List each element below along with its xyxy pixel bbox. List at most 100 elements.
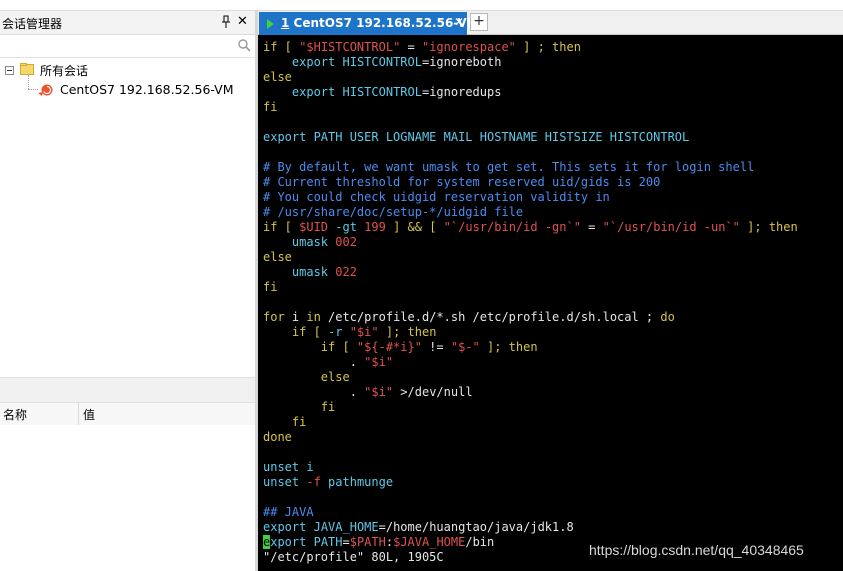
terminal-token: " [349,325,357,339]
terminal-line: export HISTCONTROL=ignoreboth [263,55,798,70]
terminal-token: fi [320,400,336,414]
terminal-line: fi [263,100,798,115]
terminal-token: "${-#*i}" [356,340,422,354]
terminal-token: do [660,310,675,324]
terminal-token: if [ [291,325,329,339]
properties-header: 名称 值 [0,402,255,426]
terminal-token: pathmunge [328,475,394,489]
terminal-token: . [263,355,365,369]
terminal-line: else [263,70,798,85]
terminal-line: fi [263,280,798,295]
terminal-line: for i in /etc/profile.d/*.sh /etc/profil… [263,310,798,325]
terminal-token: if [ [263,40,300,54]
terminal-line: if [ "${-#*i}" != "$-" ]; then [263,340,798,355]
terminal-line: umask 022 [263,265,798,280]
terminal-token: $JAVA_HOME [393,535,466,549]
tab-close-icon[interactable]: ✕ [454,15,464,29]
session-manager-title: 会话管理器 [2,17,63,31]
add-tab-button[interactable]: + [470,13,488,31]
folder-icon [20,63,34,75]
terminal-token: -r [328,325,343,339]
terminal-token: >/dev/null [393,385,473,399]
terminal-token: "ignorespace" [421,40,516,54]
terminal-token: # By default, we want umask to get set. … [263,160,755,174]
terminal-token: HISTCONTROL [342,85,422,99]
terminal-view[interactable]: if [ " $HISTCONTROL " = "ignorespace" ] ; … [258,35,843,571]
terminal-token: -gt [335,220,357,234]
terminal-text: if [ " $HISTCONTROL " = "ignorespace" ] ; … [263,40,798,565]
tree-label-all-sessions: 所有会话 [40,64,89,78]
terminal-line: if [ -r "$i" ]; then [263,325,798,340]
properties-col-name[interactable]: 名称 [3,406,27,423]
terminal-token: 002 [335,235,357,249]
search-input[interactable] [2,37,236,55]
search-icon[interactable] [238,39,251,52]
session-manager-header: 会话管理器 ✕ [0,11,255,35]
terminal-token: /etc/profile.d/*.sh /etc/profile.d/sh.lo… [320,310,661,324]
terminal-token: ] ; then [515,40,581,54]
terminal-token: "`/usr/bin/id -un`" [602,220,740,234]
terminal-token: fi [291,415,307,429]
terminal-token: for [263,310,285,324]
properties-toolbar [0,384,255,402]
terminal-token: else [320,370,350,384]
terminal-line: fi [263,415,798,430]
terminal-token: unset [263,460,300,474]
terminal-token: export [291,55,336,69]
connected-status-icon [267,19,274,29]
properties-list [0,425,255,571]
terminal-token: unset [263,475,300,489]
terminal-token: else [263,250,292,264]
session-icon [38,84,53,96]
terminal-token: $HISTCONTROL [306,40,394,54]
terminal-token: $UID [299,220,329,234]
tree-item-all-sessions[interactable]: 所有会话 [0,61,255,79]
properties-col-value[interactable]: 值 [83,406,95,423]
tree-item-session[interactable]: CentOS7 192.168.52.56-VM [0,81,255,99]
tab-centos7-session[interactable]: 1 CentOS7 192.168.52.56-VM ✕ [259,12,479,35]
terminal-line: else [263,250,798,265]
terminal-token: /bin [465,535,495,549]
collapse-toggle-icon[interactable] [5,66,14,75]
terminal-line: done [263,430,798,445]
terminal-token: -f [306,475,321,489]
terminal-token: "/etc/profile" 80L, 1905C [263,550,444,564]
watermark: https://blog.csdn.net/qq_40348465 [589,542,804,558]
pin-icon[interactable] [221,15,231,29]
terminal-token: PATH [313,535,343,549]
terminal-token: $PATH [349,535,386,549]
terminal-token: ] && [ [385,220,444,234]
session-tree: 所有会话 CentOS7 192.168.52.56-VM [0,59,255,379]
terminal-line: unset i [263,460,798,475]
terminal-token: # /usr/share/doc/setup-*/uidgid file [263,205,524,219]
terminal-line: # Current threshold for system reserved … [263,175,798,190]
terminal-token: != [421,340,451,354]
terminal-token: . [263,385,365,399]
terminal-token: "`/usr/bin/id -gn`" [443,220,581,234]
terminal-line: # /usr/share/doc/setup-*/uidgid file [263,205,798,220]
terminal-line: export PATH USER LOGNAME MAIL HOSTNAME H… [263,130,798,145]
terminal-line: # By default, we want umask to get set. … [263,160,798,175]
close-icon[interactable]: ✕ [237,14,248,29]
session-manager-pane: 会话管理器 ✕ 所有会话 CentOS7 192.168.52.56-VM 名称… [0,11,255,571]
column-divider[interactable] [78,403,79,425]
top-strip: ˙˙ [0,0,843,11]
terminal-token: = [342,535,350,549]
terminal-token: fi [263,280,278,294]
